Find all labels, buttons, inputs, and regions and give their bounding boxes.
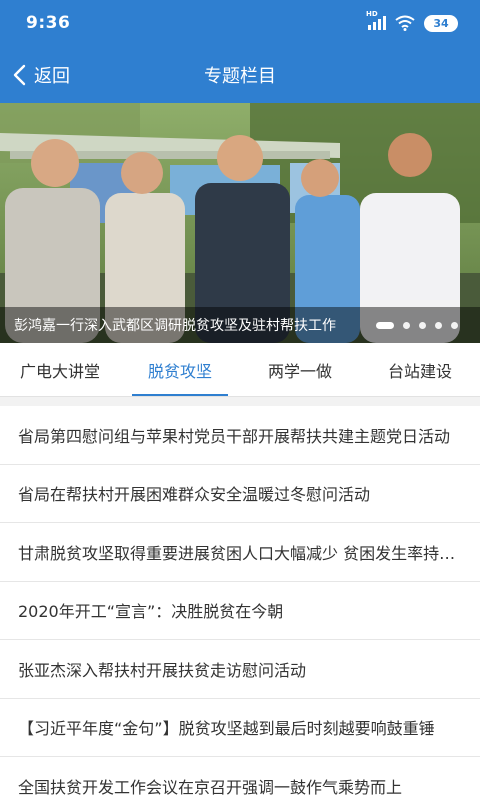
carousel-dot[interactable] xyxy=(419,322,426,329)
category-tabs: 广电大讲堂 脱贫攻坚 两学一做 台站建设 xyxy=(0,343,480,397)
carousel-dot[interactable] xyxy=(435,322,442,329)
section-divider xyxy=(0,397,480,406)
tab-two-studies-one-do[interactable]: 两学一做 xyxy=(240,343,360,396)
carousel-indicator xyxy=(376,322,458,329)
news-item[interactable]: 甘肃脱贫攻坚取得重要进展贫困人口大幅减少 贫困发生率持续下降 xyxy=(0,523,480,582)
news-title: 省局在帮扶村开展困难群众安全温暖过冬慰问活动 xyxy=(18,485,371,505)
carousel-dot[interactable] xyxy=(403,322,410,329)
news-title: 【习近平年度“金句”】脱贫攻坚越到最后时刻越要响鼓重锤 xyxy=(18,719,435,739)
news-list: 省局第四慰问组与苹果村党员干部开展帮扶共建主题党日活动 省局在帮扶村开展困难群众… xyxy=(0,406,480,800)
news-item[interactable]: 【习近平年度“金句”】脱贫攻坚越到最后时刻越要响鼓重锤 xyxy=(0,699,480,757)
carousel-dot[interactable] xyxy=(451,322,458,329)
status-bar: 9:36 HD 34 xyxy=(0,0,480,46)
tab-station-construction[interactable]: 台站建设 xyxy=(360,343,480,396)
tab-poverty-alleviation[interactable]: 脱贫攻坚 xyxy=(120,343,240,396)
news-title: 全国扶贫开发工作会议在京召开强调一鼓作气乘势而上 xyxy=(18,777,403,797)
battery-level: 34 xyxy=(433,16,449,30)
news-item[interactable]: 省局在帮扶村开展困难群众安全温暖过冬慰问活动 xyxy=(0,465,480,523)
news-title: 省局第四慰问组与苹果村党员干部开展帮扶共建主题党日活动 xyxy=(18,426,451,446)
status-icons: HD 34 xyxy=(366,10,458,32)
status-time: 9:36 xyxy=(26,13,71,33)
chevron-left-icon xyxy=(13,64,26,85)
banner-carousel[interactable]: 彭鸿嘉一行深入武都区调研脱贫攻坚及驻村帮扶工作 xyxy=(0,103,480,343)
back-button[interactable]: 返回 xyxy=(12,46,70,103)
tab-guangdian-lecture[interactable]: 广电大讲堂 xyxy=(0,343,120,396)
news-item[interactable]: 全国扶贫开发工作会议在京召开强调一鼓作气乘势而上 xyxy=(0,757,480,800)
app-header: 返回 专题栏目 xyxy=(0,46,480,103)
news-title: 张亚杰深入帮扶村开展扶贫走访慰问活动 xyxy=(18,660,307,680)
cellular-signal-icon: HD xyxy=(366,10,386,30)
battery-icon: 34 xyxy=(424,14,458,32)
network-type-label: HD xyxy=(366,10,378,18)
news-item[interactable]: 2020年开工“宣言”：决胜脱贫在今朝 xyxy=(0,582,480,640)
back-label: 返回 xyxy=(34,65,70,87)
page-title: 专题栏目 xyxy=(204,65,276,87)
carousel-dot[interactable] xyxy=(376,322,394,329)
news-item[interactable]: 省局第四慰问组与苹果村党员干部开展帮扶共建主题党日活动 xyxy=(0,406,480,465)
wifi-icon xyxy=(395,15,415,31)
news-item[interactable]: 张亚杰深入帮扶村开展扶贫走访慰问活动 xyxy=(0,640,480,699)
news-title: 2020年开工“宣言”：决胜脱贫在今朝 xyxy=(18,602,284,622)
news-title: 甘肃脱贫攻坚取得重要进展贫困人口大幅减少 贫困发生率持续下降 xyxy=(18,543,460,563)
